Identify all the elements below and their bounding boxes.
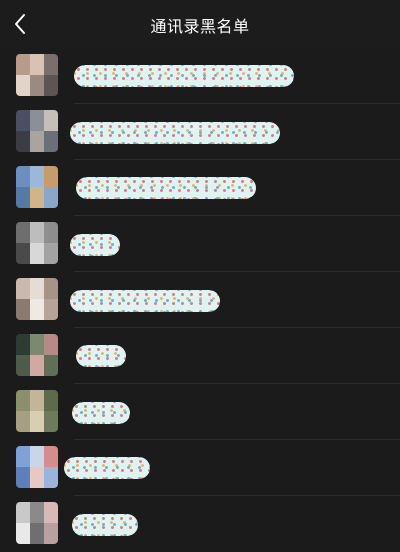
redacted-name: [76, 177, 256, 199]
avatar: [16, 390, 58, 432]
page-title: 通讯录黑名单: [150, 17, 250, 36]
avatar: [16, 166, 58, 208]
redacted-name: [72, 402, 130, 424]
avatar: [16, 334, 58, 376]
redacted-name: [70, 234, 120, 256]
contact-row[interactable]: [0, 440, 400, 496]
nav-bar: 通讯录黑名单: [0, 0, 400, 48]
avatar: [16, 110, 58, 152]
contact-row[interactable]: [0, 384, 400, 440]
avatar: [16, 222, 58, 264]
contact-row[interactable]: [0, 328, 400, 384]
avatar: [16, 502, 58, 544]
contact-row[interactable]: [0, 104, 400, 160]
avatar: [16, 54, 58, 96]
contact-row[interactable]: [0, 160, 400, 216]
contact-row[interactable]: [0, 48, 400, 104]
blacklist: [0, 48, 400, 552]
redacted-name: [70, 290, 220, 312]
redacted-name: [74, 65, 294, 87]
avatar: [16, 278, 58, 320]
redacted-name: [76, 345, 126, 367]
avatar: [16, 446, 58, 488]
contact-row[interactable]: [0, 216, 400, 272]
contact-row[interactable]: [0, 272, 400, 328]
contact-row[interactable]: [0, 496, 400, 552]
redacted-name: [70, 122, 280, 144]
redacted-name: [64, 457, 150, 479]
